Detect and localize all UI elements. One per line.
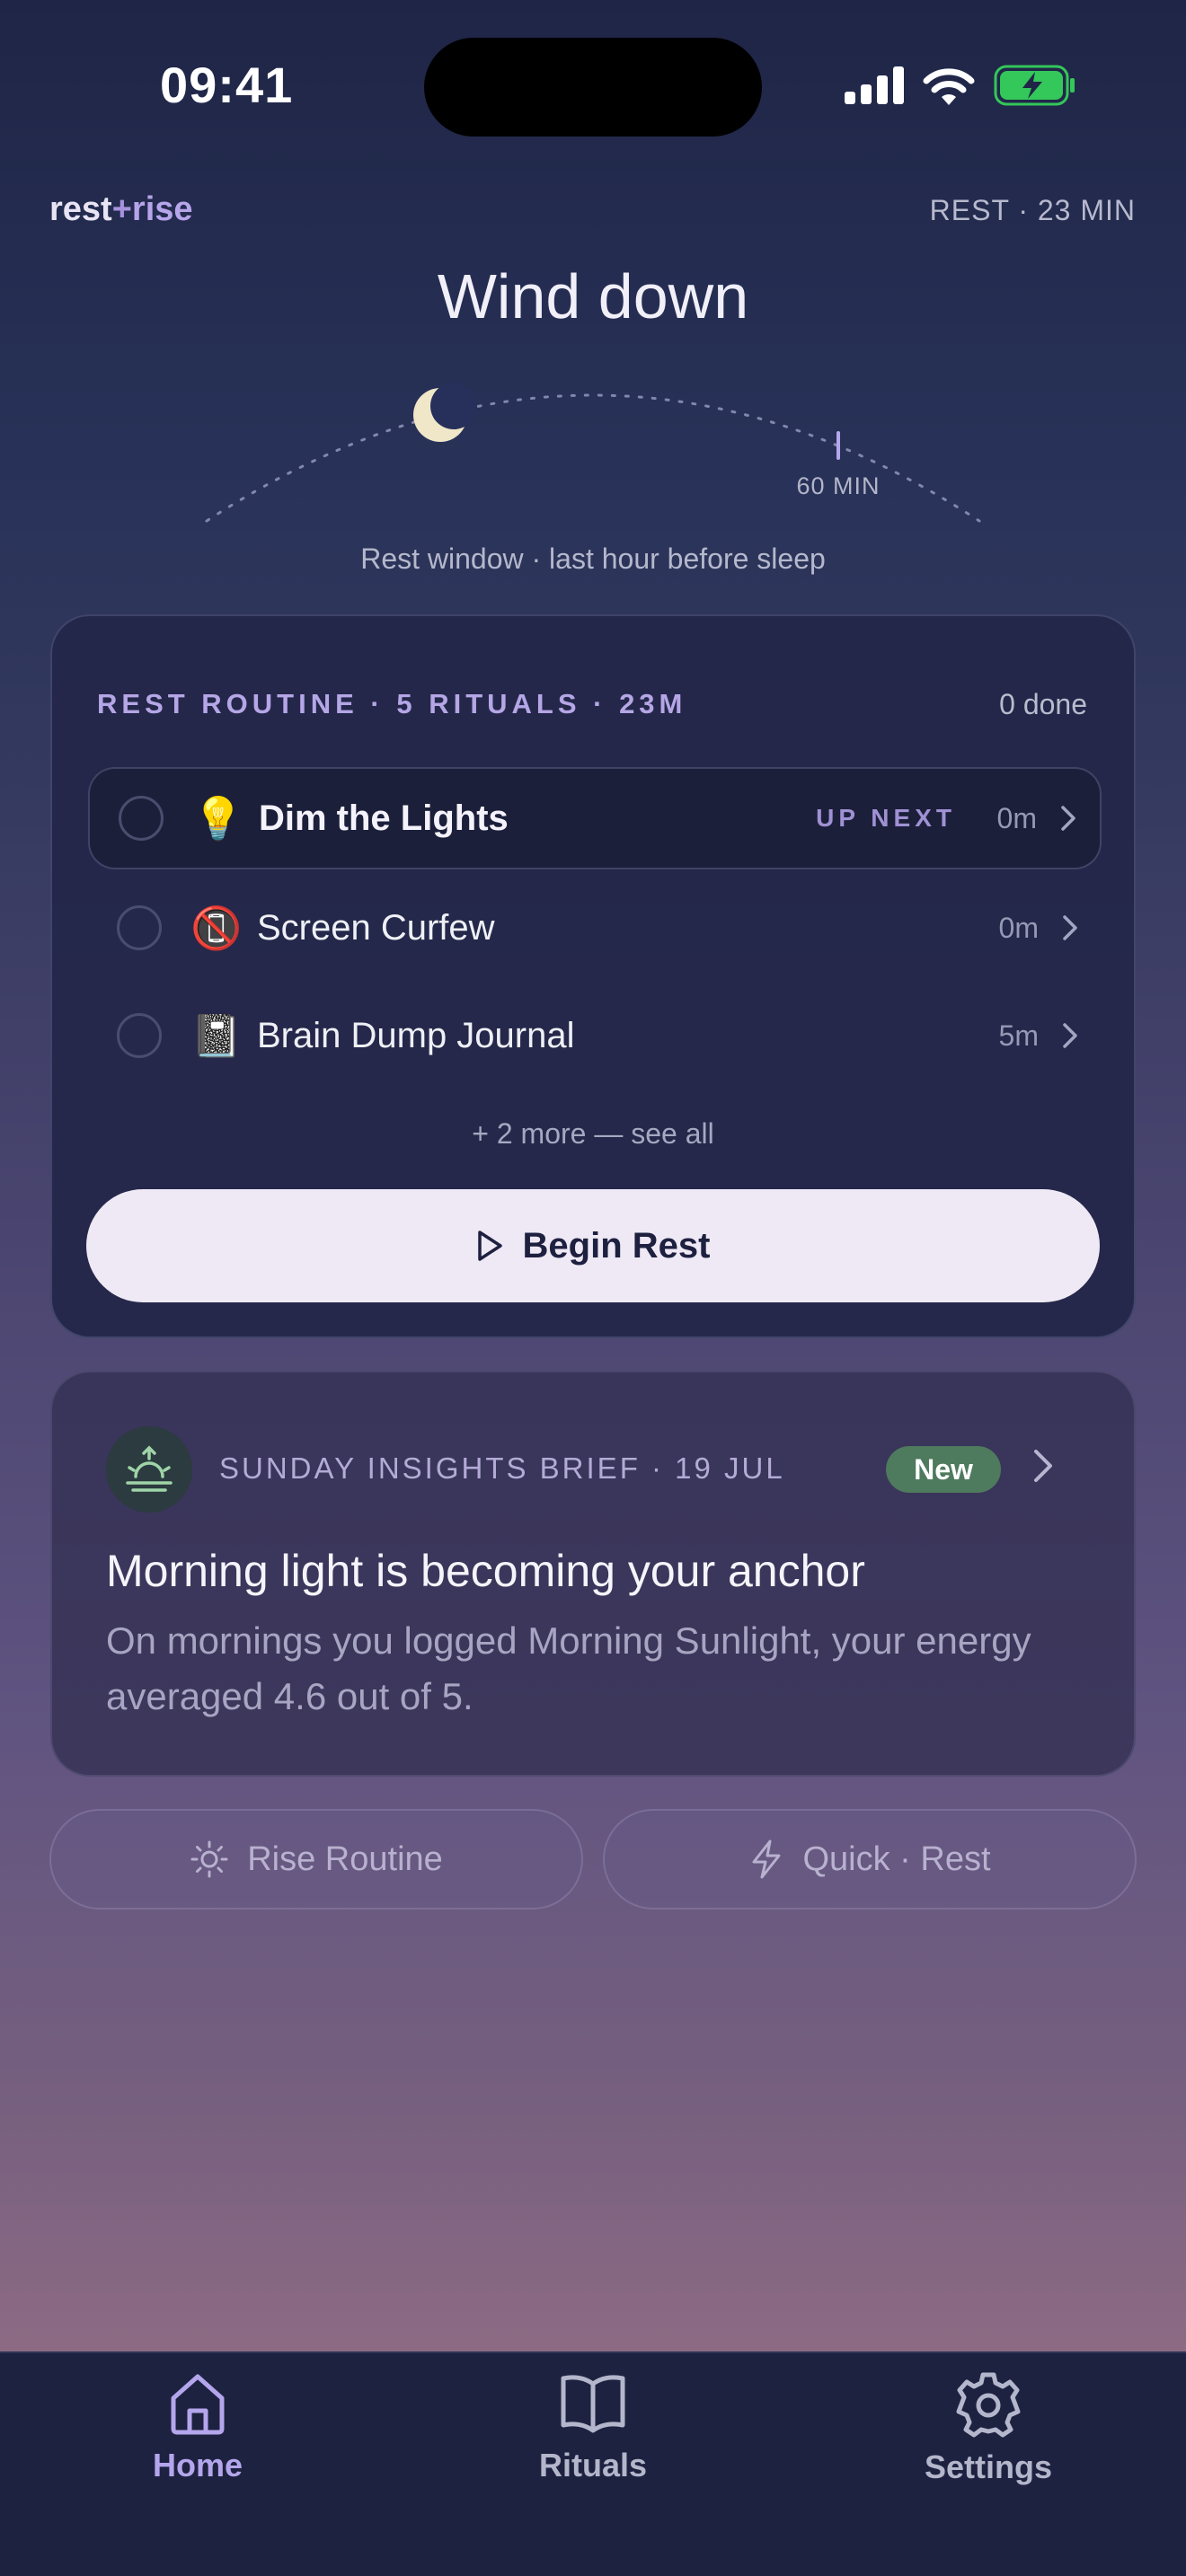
begin-rest-label: Begin Rest xyxy=(522,1225,711,1266)
brand-logo: rest+rise xyxy=(49,190,193,229)
brand-rise: rise xyxy=(131,190,193,228)
wifi-icon xyxy=(923,68,975,105)
quick-rest-label: Quick · Rest xyxy=(802,1839,991,1878)
ritual-duration: 0m xyxy=(998,911,1039,944)
ritual-row-dim-lights[interactable]: 💡 Dim the Lights UP NEXT 0m xyxy=(88,767,1102,869)
play-icon xyxy=(477,1231,502,1261)
quick-rest-button[interactable]: Quick · Rest xyxy=(603,1809,1137,1910)
book-icon xyxy=(561,2375,625,2433)
gear-icon xyxy=(956,2372,1021,2438)
status-icons xyxy=(845,63,1076,108)
new-badge: New xyxy=(886,1446,1001,1493)
session-meta: REST · 23 MIN xyxy=(929,194,1136,226)
insight-body: On mornings you logged Morning Sunlight,… xyxy=(106,1619,1031,1717)
tab-home[interactable]: Home xyxy=(81,2371,314,2484)
chevron-right-icon xyxy=(1039,913,1102,942)
sixty-minute-label: 60 MIN xyxy=(796,472,880,499)
rise-routine-button[interactable]: Rise Routine xyxy=(49,1809,583,1910)
tab-label: Settings xyxy=(924,2448,1052,2485)
chevron-right-icon xyxy=(1037,804,1100,833)
insights-brief-card[interactable]: SUNDAY INSIGHTS BRIEF · 19 JUL New Morni… xyxy=(50,1371,1136,1777)
sun-icon xyxy=(190,1840,228,1878)
begin-rest-button[interactable]: Begin Rest xyxy=(86,1189,1100,1302)
routine-done-count: 0 done xyxy=(999,688,1087,720)
brand-plus: + xyxy=(111,190,132,228)
ritual-label: Brain Dump Journal xyxy=(257,1015,575,1055)
ritual-row-brain-dump[interactable]: 📓 Brain Dump Journal 5m xyxy=(88,984,1102,1087)
sunrise-icon xyxy=(106,1426,192,1513)
routine-heading: REST ROUTINE · 5 RITUALS · 23M xyxy=(97,688,687,719)
rise-routine-label: Rise Routine xyxy=(247,1839,443,1878)
ritual-label: Dim the Lights xyxy=(259,798,509,838)
notebook-icon: 📓 xyxy=(190,1010,243,1060)
home-icon xyxy=(171,2374,225,2435)
insight-title: Morning light is becoming your anchor xyxy=(106,1546,865,1596)
moon-icon xyxy=(413,383,477,442)
ritual-label: Screen Curfew xyxy=(257,907,495,948)
page-title: Wind down xyxy=(437,261,749,331)
ritual-row-screen-curfew[interactable]: 📵 Screen Curfew 0m xyxy=(88,877,1102,979)
dynamic-island xyxy=(424,38,762,137)
chevron-right-icon xyxy=(1039,1021,1102,1050)
tab-label: Rituals xyxy=(538,2447,648,2483)
sixty-minute-marker xyxy=(836,431,840,460)
see-all-link[interactable]: + 2 more — see all xyxy=(50,1117,1136,1151)
status-time: 09:41 xyxy=(160,57,294,113)
rest-window-caption: Rest window · last hour before sleep xyxy=(360,543,826,575)
chevron-right-icon[interactable] xyxy=(1031,1446,1055,1490)
no-phone-icon: 📵 xyxy=(190,903,243,952)
ritual-duration: 0m xyxy=(996,801,1037,834)
ritual-duration: 5m xyxy=(998,1019,1039,1052)
ritual-checkbox[interactable] xyxy=(119,796,164,841)
cellular-signal-icon xyxy=(845,66,904,104)
ritual-checkbox[interactable] xyxy=(117,1013,162,1058)
rest-window-arc: 60 MIN xyxy=(205,383,981,523)
battery-charging-icon xyxy=(994,65,1075,106)
brand-rest: rest xyxy=(49,190,112,228)
tab-settings[interactable]: Settings xyxy=(872,2371,1105,2486)
tab-rituals[interactable]: Rituals xyxy=(476,2371,710,2484)
tab-label: Home xyxy=(152,2447,243,2483)
lightning-icon xyxy=(752,1839,781,1879)
lightbulb-icon: 💡 xyxy=(192,793,244,842)
ritual-checkbox[interactable] xyxy=(117,905,162,950)
up-next-badge: UP NEXT xyxy=(816,804,956,832)
insight-kicker: SUNDAY INSIGHTS BRIEF · 19 JUL xyxy=(219,1451,785,1485)
